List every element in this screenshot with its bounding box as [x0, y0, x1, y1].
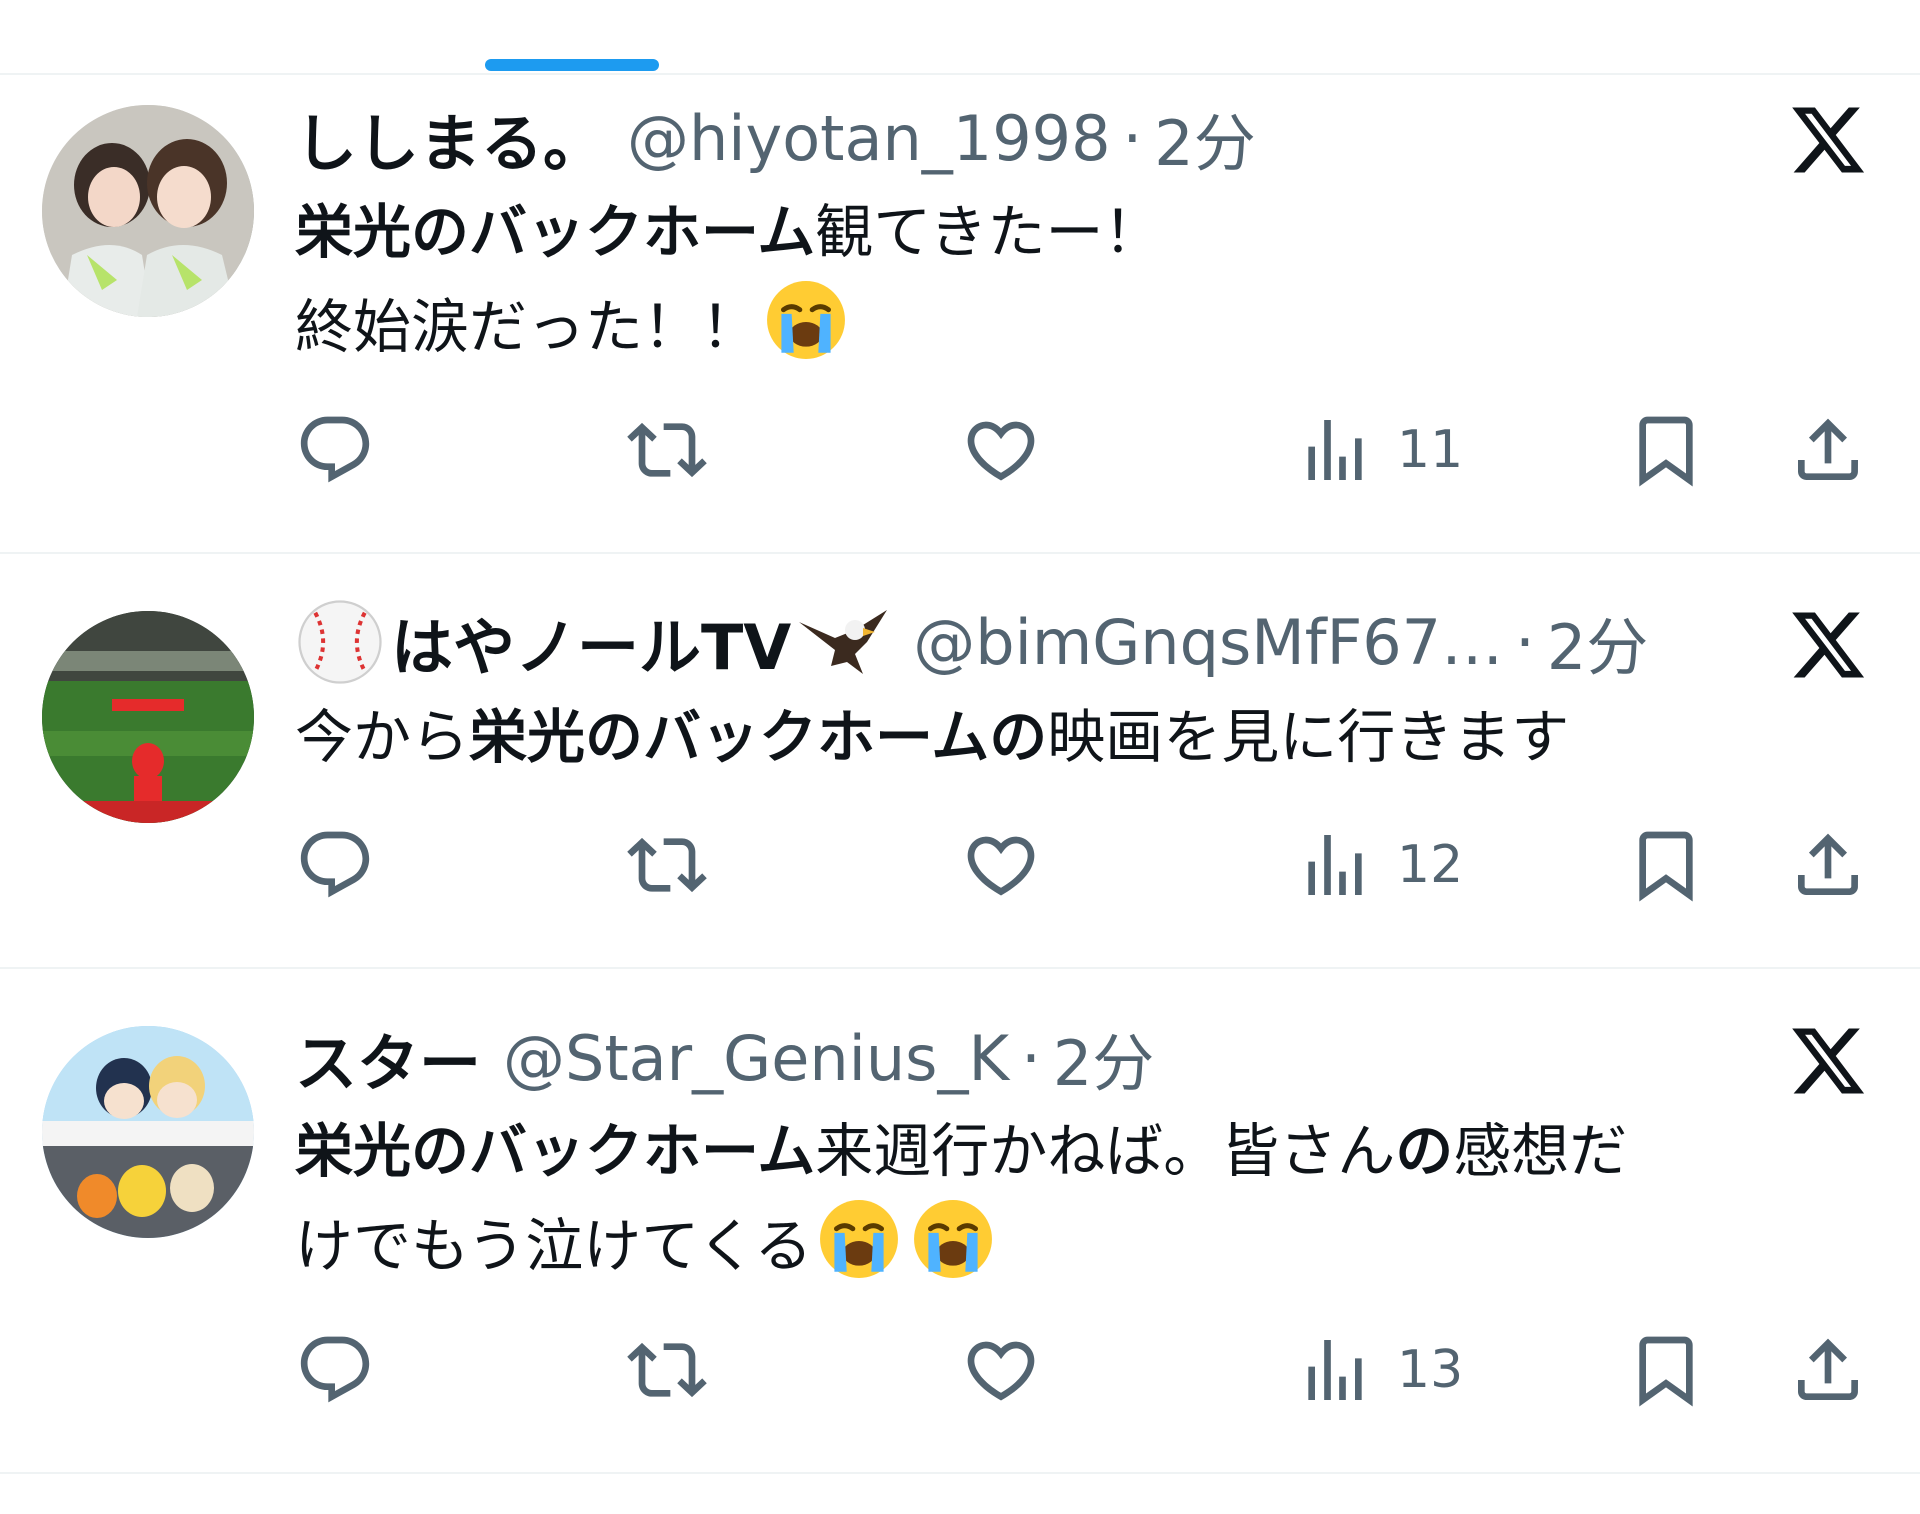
- share-button[interactable]: [1788, 1320, 1868, 1420]
- bookmark-icon: [1626, 410, 1706, 490]
- share-button[interactable]: [1788, 815, 1868, 915]
- like-button[interactable]: [961, 1320, 1041, 1420]
- avatar[interactable]: [42, 1026, 254, 1238]
- active-tab-indicator: [485, 59, 659, 71]
- reply-button[interactable]: [295, 400, 375, 500]
- bold-keyword[interactable]: 栄光のバックホームの: [469, 703, 1047, 771]
- x-logo-icon[interactable]: [1788, 605, 1868, 685]
- tweet-text-line-1: 栄光のバックホーム観てきたー！: [295, 185, 1162, 279]
- reply-icon: [295, 1330, 375, 1410]
- views-button[interactable]: 11: [1295, 400, 1463, 500]
- x-logo-icon[interactable]: [1788, 100, 1868, 180]
- bookmark-icon: [1626, 825, 1706, 905]
- retweet-button[interactable]: [627, 400, 707, 500]
- eagle-icon: [799, 610, 888, 674]
- views-button[interactable]: 12: [1295, 815, 1463, 915]
- retweet-icon: [627, 410, 707, 490]
- retweet-icon: [627, 1330, 707, 1410]
- avatar[interactable]: [42, 105, 254, 317]
- avatar-photo-plush-toys-icon: [42, 1026, 254, 1238]
- reply-icon: [295, 825, 375, 905]
- retweet-icon: [627, 825, 707, 905]
- like-icon: [961, 1330, 1041, 1410]
- share-icon: [1788, 825, 1868, 905]
- share-icon: [1788, 410, 1868, 490]
- tweet-text: 栄光のバックホーム来週行かねば。皆さんの感想だ けでもう泣けてくる: [295, 1104, 1627, 1293]
- tweet-divider: [0, 1472, 1920, 1474]
- like-icon: [961, 825, 1041, 905]
- tweet-text: 今から栄光のバックホームの映画を見に行きます: [295, 690, 1569, 784]
- tweet-header: ししまる。 @hiyotan_1998 · 2分: [295, 92, 1256, 184]
- bookmark-button[interactable]: [1626, 400, 1706, 500]
- x-logo-icon[interactable]: [1788, 1021, 1868, 1101]
- tweet-text: 栄光のバックホーム観てきたー！ 終始涙だった！！: [295, 185, 1162, 374]
- views-count: 12: [1397, 835, 1464, 895]
- text-segment: 感想だ: [1453, 1117, 1628, 1185]
- bookmark-icon: [1626, 1330, 1706, 1410]
- tweet-text-line-2: けでもう泣けてくる: [295, 1198, 1627, 1293]
- views-count: 11: [1397, 420, 1464, 480]
- tweet-text-line-1: 今から栄光のバックホームの映画を見に行きます: [295, 690, 1569, 784]
- top-divider: [0, 73, 1920, 75]
- display-name[interactable]: はやノールTV: [295, 597, 891, 687]
- views-icon: [1295, 1330, 1375, 1410]
- text-segment: 終始涙だった！！: [295, 293, 760, 361]
- tweet-divider: [0, 967, 1920, 969]
- bookmark-button[interactable]: [1626, 1320, 1706, 1420]
- bold-keyword[interactable]: の: [1395, 1117, 1453, 1185]
- text-segment: 観てきたー！: [815, 198, 1162, 266]
- views-icon: [1295, 410, 1375, 490]
- share-button[interactable]: [1788, 400, 1868, 500]
- user-handle[interactable]: @hiyotan_1998: [627, 102, 1111, 175]
- tweet-header: はやノールTV @bimGnqsMfF67… · 2分: [295, 596, 1648, 688]
- user-handle[interactable]: @bimGnqsMfF67…: [913, 606, 1503, 679]
- tweet-text-line-1: 栄光のバックホーム来週行かねば。皆さんの感想だ: [295, 1104, 1627, 1198]
- avatar-photo-stadium-icon: [42, 611, 254, 823]
- baseball-icon: [298, 600, 382, 684]
- avatar[interactable]: [42, 611, 254, 823]
- bold-keyword[interactable]: 栄光のバックホーム: [295, 1117, 815, 1185]
- loudly-crying-face-icon: [912, 1198, 994, 1280]
- retweet-button[interactable]: [627, 815, 707, 915]
- separator-dot: ·: [1021, 1021, 1041, 1095]
- like-icon: [961, 410, 1041, 490]
- reply-button[interactable]: [295, 815, 375, 915]
- retweet-button[interactable]: [627, 1320, 707, 1420]
- tweet-actions: 12: [0, 815, 1920, 915]
- tweet-divider: [0, 552, 1920, 554]
- text-segment: けでもう泣けてくる: [295, 1212, 813, 1280]
- reply-icon: [295, 410, 375, 490]
- reply-button[interactable]: [295, 1320, 375, 1420]
- loudly-crying-face-icon: [765, 279, 847, 361]
- text-segment: 今から: [295, 703, 470, 771]
- display-name[interactable]: ししまる。: [295, 93, 605, 183]
- like-button[interactable]: [961, 815, 1041, 915]
- avatar-photo-two-girls-icon: [42, 105, 254, 317]
- tweet-actions: 11: [0, 400, 1920, 500]
- views-count: 13: [1397, 1340, 1464, 1400]
- loudly-crying-face-icon: [818, 1198, 900, 1280]
- timestamp[interactable]: 2分: [1154, 93, 1255, 183]
- timestamp[interactable]: 2分: [1053, 1013, 1154, 1103]
- user-handle[interactable]: @Star_Genius_K: [503, 1022, 1009, 1095]
- text-segment: 来週行かねば。皆さん: [815, 1117, 1396, 1185]
- like-button[interactable]: [961, 400, 1041, 500]
- text-segment: 映画を見に行きます: [1047, 703, 1570, 771]
- separator-dot: ·: [1515, 605, 1535, 679]
- tweet-actions: 13: [0, 1320, 1920, 1420]
- timestamp[interactable]: 2分: [1547, 597, 1648, 687]
- separator-dot: ·: [1122, 101, 1143, 175]
- display-name[interactable]: スター: [295, 1013, 481, 1103]
- tweet-text-line-2: 終始涙だった！！: [295, 279, 1162, 374]
- bookmark-button[interactable]: [1626, 815, 1706, 915]
- views-button[interactable]: 13: [1295, 1320, 1463, 1420]
- display-name-text: はやノールTV: [391, 611, 792, 684]
- share-icon: [1788, 1330, 1868, 1410]
- bold-keyword[interactable]: 栄光のバックホーム: [295, 198, 815, 266]
- tweet-header: スター @Star_Genius_K · 2分: [295, 1012, 1154, 1104]
- views-icon: [1295, 825, 1375, 905]
